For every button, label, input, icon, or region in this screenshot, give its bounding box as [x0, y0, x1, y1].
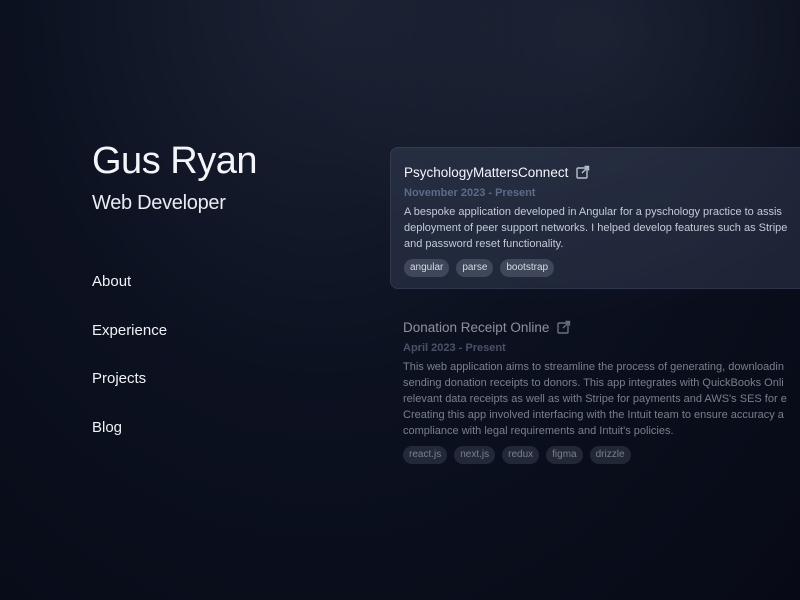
- tag-parse: parse: [456, 259, 494, 277]
- tag-list: react.js next.js redux figma drizzle: [403, 446, 800, 464]
- description-line: This web application aims to streamline …: [403, 361, 784, 373]
- tag-react: react.js: [403, 446, 448, 464]
- card-title-row: Donation Receipt Online: [403, 317, 800, 337]
- tag-drizzle: drizzle: [589, 446, 631, 464]
- description-line: compliance with legal requirements and I…: [403, 425, 674, 437]
- card-date: November 2023 - Present: [404, 187, 536, 199]
- tag-bootstrap: bootstrap: [500, 259, 555, 277]
- description-line: relevant data receipts as well as with S…: [403, 393, 787, 405]
- card-description: This web application aims to streamline …: [403, 359, 800, 439]
- nav-item-projects[interactable]: Projects: [92, 369, 167, 389]
- tag-redux: redux: [502, 446, 540, 464]
- tag-figma: figma: [546, 446, 583, 464]
- card-title[interactable]: PsychologyMattersConnect: [404, 165, 568, 180]
- card-date: April 2023 - Present: [403, 342, 506, 354]
- description-line: A bespoke application developed in Angul…: [404, 206, 782, 218]
- profile-header: Gus Ryan Web Developer: [92, 138, 257, 216]
- nav-item-about[interactable]: About: [92, 272, 167, 292]
- nav-item-experience[interactable]: Experience: [92, 321, 167, 341]
- nav-item-blog[interactable]: Blog: [92, 418, 167, 438]
- tag-angular: angular: [404, 259, 450, 277]
- experience-card-donation-receipt-online[interactable]: Donation Receipt Online April 2023 - Pre…: [390, 303, 800, 476]
- external-link-icon[interactable]: [576, 165, 590, 179]
- description-line: Creating this app involved interfacing w…: [403, 409, 784, 421]
- card-title[interactable]: Donation Receipt Online: [403, 320, 549, 335]
- tag-list: angular parse bootstrap: [404, 259, 800, 277]
- main-nav: About Experience Projects Blog: [92, 272, 167, 466]
- external-link-icon[interactable]: [557, 320, 571, 334]
- card-description: A bespoke application developed in Angul…: [404, 204, 800, 252]
- description-line: sending donation receipts to donors. Thi…: [403, 377, 784, 389]
- tag-next: next.js: [454, 446, 496, 464]
- profile-name: Gus Ryan: [92, 140, 257, 182]
- profile-role: Web Developer: [92, 192, 226, 214]
- description-line: and password reset functionality.: [404, 238, 564, 250]
- card-title-row: PsychologyMattersConnect: [404, 162, 800, 182]
- description-line: deployment of peer support networks. I h…: [404, 222, 788, 234]
- experience-card-psychologymattersconnect[interactable]: PsychologyMattersConnect November 2023 -…: [390, 147, 800, 289]
